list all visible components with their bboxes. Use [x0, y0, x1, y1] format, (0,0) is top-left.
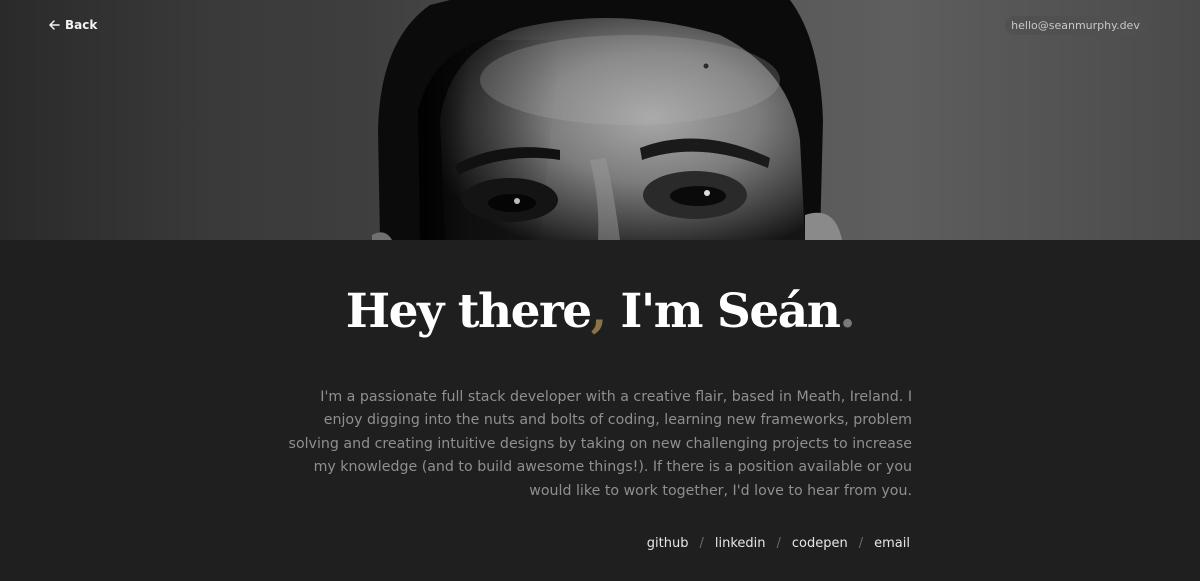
github-link[interactable]: github	[647, 536, 689, 551]
intro-paragraph: I'm a passionate full stack developer wi…	[288, 389, 912, 499]
back-label: Back	[65, 18, 98, 32]
headline-rest: I'm Seán	[605, 284, 840, 339]
back-link[interactable]: Back	[48, 16, 97, 34]
separator: /	[858, 536, 864, 551]
separator: /	[776, 536, 781, 551]
separator: /	[699, 536, 704, 551]
arrow-left-icon	[49, 20, 60, 30]
headline-dot: .	[839, 284, 855, 339]
hero-banner: Back hello@seanmurphy.dev	[0, 0, 1200, 240]
email-badge[interactable]: hello@seanmurphy.dev	[1005, 16, 1146, 35]
page: Back hello@seanmurphy.dev Hey there, I'm…	[0, 0, 1200, 581]
headline-comma: ,	[590, 284, 607, 339]
portrait-photo	[372, 0, 842, 240]
about-section: Hey there, I'm Seán. I'm a passionate fu…	[0, 240, 1200, 581]
codepen-link[interactable]: codepen	[792, 536, 848, 551]
headline-main: Hey there	[345, 284, 592, 339]
social-links: github / linkedin / codepen / email	[647, 536, 910, 551]
linkedin-link[interactable]: linkedin	[715, 536, 766, 551]
email-link[interactable]: email	[874, 536, 910, 551]
page-title: Hey there, I'm Seán.	[0, 280, 1200, 344]
